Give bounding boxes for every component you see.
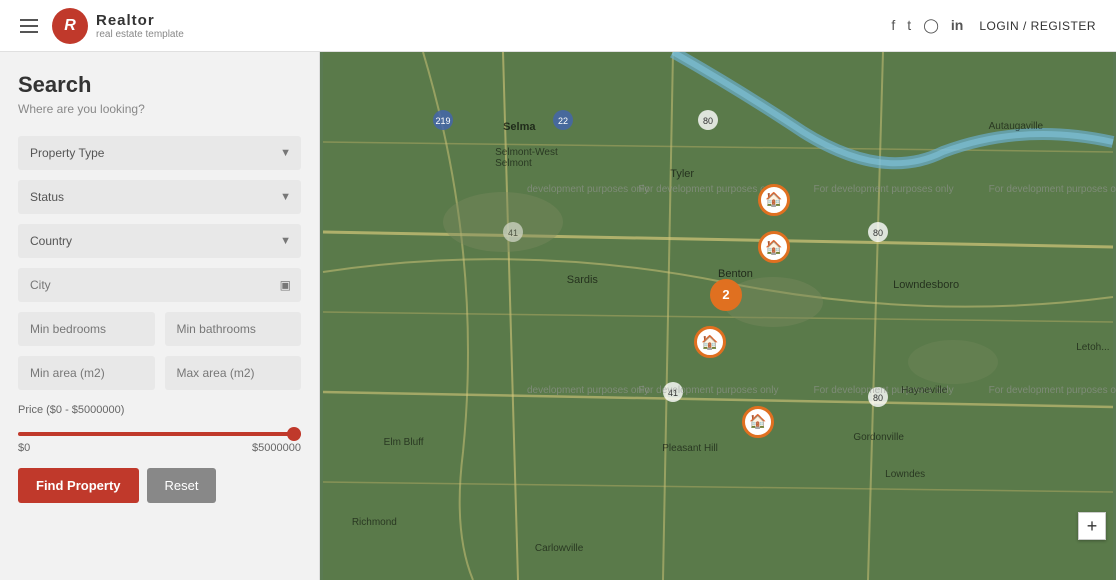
min-bathrooms-wrapper: [165, 312, 302, 346]
status-select[interactable]: Status For Sale For Rent Sold: [18, 180, 301, 214]
map-marker-2[interactable]: 🏠: [758, 231, 790, 263]
min-bedrooms-wrapper: [18, 312, 155, 346]
logo-title: Realtor: [96, 12, 184, 29]
property-type-select[interactable]: Property Type House Apartment Commercial…: [18, 136, 301, 170]
header: R Realtor real estate template f t ◯ in …: [0, 0, 1116, 52]
map-marker-5[interactable]: 🏠: [742, 406, 774, 438]
area-group: [18, 356, 301, 390]
svg-text:41: 41: [668, 388, 678, 398]
logo-icon: R: [52, 8, 88, 44]
zoom-plus-icon: +: [1087, 516, 1098, 537]
min-bathrooms-input[interactable]: [165, 312, 302, 346]
bedrooms-bathrooms-group: [18, 312, 301, 346]
zoom-plus-button[interactable]: +: [1078, 512, 1106, 540]
reset-button[interactable]: Reset: [147, 468, 217, 503]
price-max-label: $5000000: [252, 442, 301, 454]
max-area-wrapper: [165, 356, 302, 390]
price-section: Price ($0 - $5000000) $0 $5000000: [18, 404, 301, 454]
svg-text:22: 22: [558, 116, 568, 126]
country-wrapper: Country USA UK Canada ▼: [18, 224, 301, 258]
house-icon-4: 🏠: [701, 334, 718, 351]
house-icon-5: 🏠: [749, 413, 766, 430]
header-left: R Realtor real estate template: [20, 8, 184, 44]
twitter-icon[interactable]: t: [907, 17, 911, 34]
country-group: Country USA UK Canada ▼: [18, 224, 301, 258]
social-icons: f t ◯ in: [891, 17, 963, 34]
search-subtitle: Where are you looking?: [18, 102, 301, 116]
house-icon-1: 🏠: [765, 191, 782, 208]
price-slider[interactable]: [18, 432, 301, 436]
property-type-wrapper: Property Type House Apartment Commercial…: [18, 136, 301, 170]
cluster-count: 2: [722, 287, 729, 302]
min-bedrooms-input[interactable]: [18, 312, 155, 346]
svg-text:219: 219: [435, 116, 450, 126]
status-wrapper: Status For Sale For Rent Sold ▼: [18, 180, 301, 214]
country-select[interactable]: Country USA UK Canada: [18, 224, 301, 258]
price-label: Price ($0 - $5000000): [18, 404, 301, 416]
city-group: ▣: [18, 268, 301, 302]
logo-subtitle: real estate template: [96, 29, 184, 40]
main-content: Search Where are you looking? Property T…: [0, 52, 1116, 580]
header-right: f t ◯ in LOGIN / REGISTER: [891, 17, 1096, 34]
globe-icon[interactable]: ◯: [923, 17, 939, 34]
svg-text:80: 80: [873, 228, 883, 238]
status-group: Status For Sale For Rent Sold ▼: [18, 180, 301, 214]
price-min-label: $0: [18, 442, 30, 454]
logo-text: Realtor real estate template: [96, 12, 184, 40]
property-type-group: Property Type House Apartment Commercial…: [18, 136, 301, 170]
city-input-icon: ▣: [280, 278, 291, 292]
house-icon-2: 🏠: [765, 239, 782, 256]
logo-area: R Realtor real estate template: [52, 8, 184, 44]
hamburger-menu[interactable]: [20, 19, 38, 33]
map-marker-4[interactable]: 🏠: [694, 326, 726, 358]
search-title: Search: [18, 72, 301, 98]
action-buttons: Find Property Reset: [18, 468, 301, 503]
linkedin-icon[interactable]: in: [951, 17, 963, 34]
svg-text:80: 80: [873, 393, 883, 403]
facebook-icon[interactable]: f: [891, 17, 895, 34]
map-marker-1[interactable]: 🏠: [758, 184, 790, 216]
min-area-wrapper: [18, 356, 155, 390]
find-property-button[interactable]: Find Property: [18, 468, 139, 503]
city-input[interactable]: [18, 268, 301, 302]
sidebar: Search Where are you looking? Property T…: [0, 52, 320, 580]
price-range-labels: $0 $5000000: [18, 442, 301, 454]
svg-text:80: 80: [703, 116, 713, 126]
city-wrapper: ▣: [18, 268, 301, 302]
login-register-link[interactable]: LOGIN / REGISTER: [979, 19, 1096, 33]
min-area-input[interactable]: [18, 356, 155, 390]
max-area-input[interactable]: [165, 356, 302, 390]
map-background: 80 80 41 41 219 22 80: [320, 52, 1116, 580]
map-marker-cluster[interactable]: 2: [710, 279, 742, 311]
map-area: 80 80 41 41 219 22 80 development purpos…: [320, 52, 1116, 580]
